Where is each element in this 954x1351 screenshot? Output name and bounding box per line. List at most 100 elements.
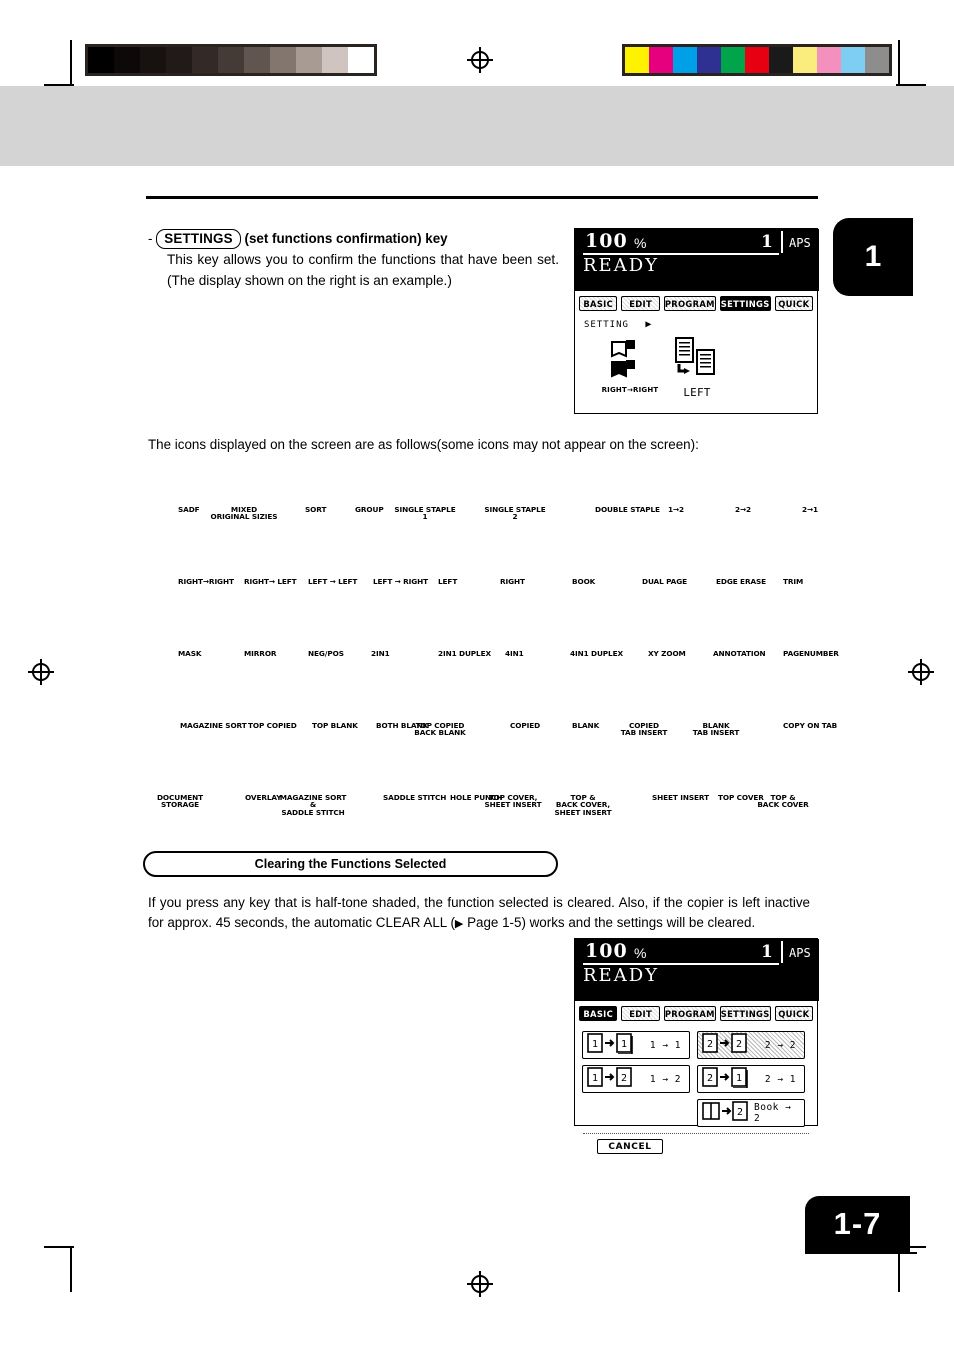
color-patch-6 — [769, 47, 793, 73]
duplex-column-right: 2 2 2 → 2 2 1 2 → 1 2 Book → 2 — [697, 1031, 805, 1127]
tab-program[interactable]: PROGRAM — [663, 296, 716, 311]
one-to-two-button[interactable]: 1 2 1 → 2 — [582, 1065, 690, 1093]
gray-patch-7 — [270, 47, 296, 73]
crop-mark-top-left-horizontal — [44, 84, 74, 86]
tab-quick-2[interactable]: QUICK — [774, 1006, 813, 1021]
dup-pic-2-1: 2 1 — [701, 1066, 751, 1093]
dup-pic-book-2: 2 — [701, 1100, 751, 1127]
icon-caption: DOCUMENT STORAGE — [156, 793, 204, 810]
icon-caption: TOP & BACK COVER — [757, 793, 809, 810]
registration-target-bottom — [467, 1271, 493, 1297]
lcd-tab-bar-2: BASIC EDIT PROGRAM SETTINGS QUICK — [575, 1001, 817, 1025]
settings-key-chip: SETTINGS — [156, 229, 241, 249]
duplex-column-left: 1 1 1 → 1 1 2 1 → 2 — [582, 1031, 690, 1127]
gray-patch-6 — [244, 47, 270, 73]
icon-caption: SINGLE STAPLE 1 — [394, 505, 456, 522]
color-patch-5 — [745, 47, 769, 73]
section-heading-pill: Clearing the Functions Selected — [143, 851, 558, 877]
svg-text:2: 2 — [707, 1073, 713, 1084]
duplex-mode-grid: 1 1 1 → 1 1 2 1 → 2 2 2 2 → 2 2 1 2 → 1 … — [575, 1025, 817, 1127]
tab-edit[interactable]: EDIT — [621, 296, 660, 311]
clearing-body-part-2: Page 1-5) works and the settings will be… — [463, 915, 756, 931]
section-rule — [146, 196, 818, 199]
stage-item-right-to-right: RIGHT→RIGHT — [597, 338, 663, 394]
paper-mode-label: APS — [789, 236, 811, 250]
gray-patch-4 — [192, 47, 218, 73]
grayscale-calibration-wedge — [85, 44, 377, 76]
settings-key-title-suffix: (set functions confirmation) key — [244, 231, 448, 246]
percent-symbol-2: % — [634, 945, 647, 961]
one-to-one-label: 1 → 1 — [649, 1039, 681, 1051]
color-patch-9 — [841, 47, 865, 73]
color-patch-4 — [721, 47, 745, 73]
bullet-dash: - — [148, 231, 153, 246]
two-to-one-button[interactable]: 2 1 2 → 1 — [697, 1065, 805, 1093]
svg-text:1: 1 — [592, 1039, 598, 1050]
stage-caption-left: LEFT — [683, 386, 711, 399]
tab-basic[interactable]: BASIC — [579, 296, 618, 311]
right-to-right-icon — [611, 340, 635, 378]
icon-caption: BLANK TAB INSERT — [692, 721, 740, 738]
icon-grid-row: MASK MIRROR NEG/POS 2IN1 2IN1 DUPLEX 4IN… — [140, 606, 839, 678]
gray-patch-2 — [140, 47, 166, 73]
color-patch-1 — [649, 47, 673, 73]
book-to-two-button[interactable]: 2 Book → 2 — [697, 1099, 805, 1127]
tab-settings[interactable]: SETTINGS — [719, 296, 771, 311]
ready-status-text: READY — [583, 255, 660, 276]
settings-key-description: This key allows you to confirm the funct… — [167, 252, 559, 288]
gray-patch-0 — [88, 47, 114, 73]
tab-quick[interactable]: QUICK — [774, 296, 813, 311]
color-patch-8 — [817, 47, 841, 73]
icon-list-intro: The icons displayed on the screen are as… — [148, 437, 699, 452]
dup-pic-2-2: 2 2 — [701, 1032, 751, 1059]
tab-edit-2[interactable]: EDIT — [621, 1006, 660, 1021]
icon-caption: SINGLE STAPLE 2 — [484, 505, 546, 522]
chapter-tab: 1 — [833, 218, 913, 296]
settings-key-heading: - SETTINGS (set functions confirmation) … — [148, 229, 448, 249]
lcd-tab-bar: BASIC EDIT PROGRAM SETTINGS QUICK — [575, 291, 817, 315]
crop-mark-top-right-vertical — [898, 40, 900, 86]
clearing-section-body: If you press any key that is half-tone s… — [148, 893, 810, 934]
lcd-status-bar: 100 % 1 APS READY — [575, 229, 819, 291]
cancel-button[interactable]: CANCEL — [597, 1139, 663, 1154]
dup-pic-1-1: 1 1 — [586, 1032, 636, 1059]
crop-mark-bottom-left-vertical — [70, 1246, 72, 1292]
paper-mode-label-2: APS — [789, 946, 811, 960]
icon-grid-row: MAGAZINE SORT TOP COPIED TOP BLANK BOTH … — [140, 678, 837, 750]
setting-arrow-icon: ▶ — [645, 319, 653, 330]
icon-caption: TOP & BACK COVER, SHEET INSERT — [554, 793, 612, 817]
stage-item-left: LEFT — [667, 336, 727, 399]
two-to-two-label: 2 → 2 — [764, 1039, 796, 1051]
book-to-two-label: Book → 2 — [754, 1102, 792, 1124]
two-to-two-button[interactable]: 2 2 2 → 2 — [697, 1031, 805, 1059]
color-patch-2 — [673, 47, 697, 73]
percent-symbol: % — [634, 235, 647, 251]
gray-patch-9 — [322, 47, 348, 73]
lcd-settings-screen[interactable]: 100 % 1 APS READY BASIC EDIT PROGRAM SET… — [574, 228, 819, 414]
ready-status-text-2: READY — [583, 965, 660, 986]
svg-text:2: 2 — [707, 1039, 713, 1050]
one-to-one-button[interactable]: 1 1 1 → 1 — [582, 1031, 690, 1059]
svg-text:1: 1 — [736, 1073, 742, 1084]
tab-basic-2[interactable]: BASIC — [579, 1006, 618, 1021]
registration-target-right — [908, 659, 934, 685]
gray-patch-3 — [166, 47, 192, 73]
svg-text:1: 1 — [592, 1073, 598, 1084]
color-patch-3 — [697, 47, 721, 73]
icon-reference-grid: SADF MIXED ORIGINAL SIZIES SORT GROUP SIN… — [140, 462, 839, 822]
color-calibration-bar — [622, 44, 892, 76]
tab-program-2[interactable]: PROGRAM — [663, 1006, 716, 1021]
lcd-basic-screen[interactable]: 100 % 1 APS READY BASIC EDIT PROGRAM SET… — [574, 938, 819, 1154]
left-staple-icon — [675, 337, 715, 375]
registration-target-left — [28, 659, 54, 685]
color-patch-10 — [865, 47, 889, 73]
page-number-rule — [805, 1252, 917, 1254]
icon-caption: MIXED ORIGINAL SIZIES — [210, 505, 278, 522]
zoom-ratio-value: 100 — [585, 230, 628, 252]
copy-quantity-value: 1 — [761, 232, 773, 252]
svg-text:2: 2 — [621, 1073, 627, 1084]
status-divider — [781, 231, 783, 253]
tab-settings-2[interactable]: SETTINGS — [719, 1006, 771, 1021]
icon-caption: MAGAZINE SORT & SADDLE STITCH — [279, 793, 347, 817]
svg-text:1: 1 — [621, 1039, 627, 1050]
